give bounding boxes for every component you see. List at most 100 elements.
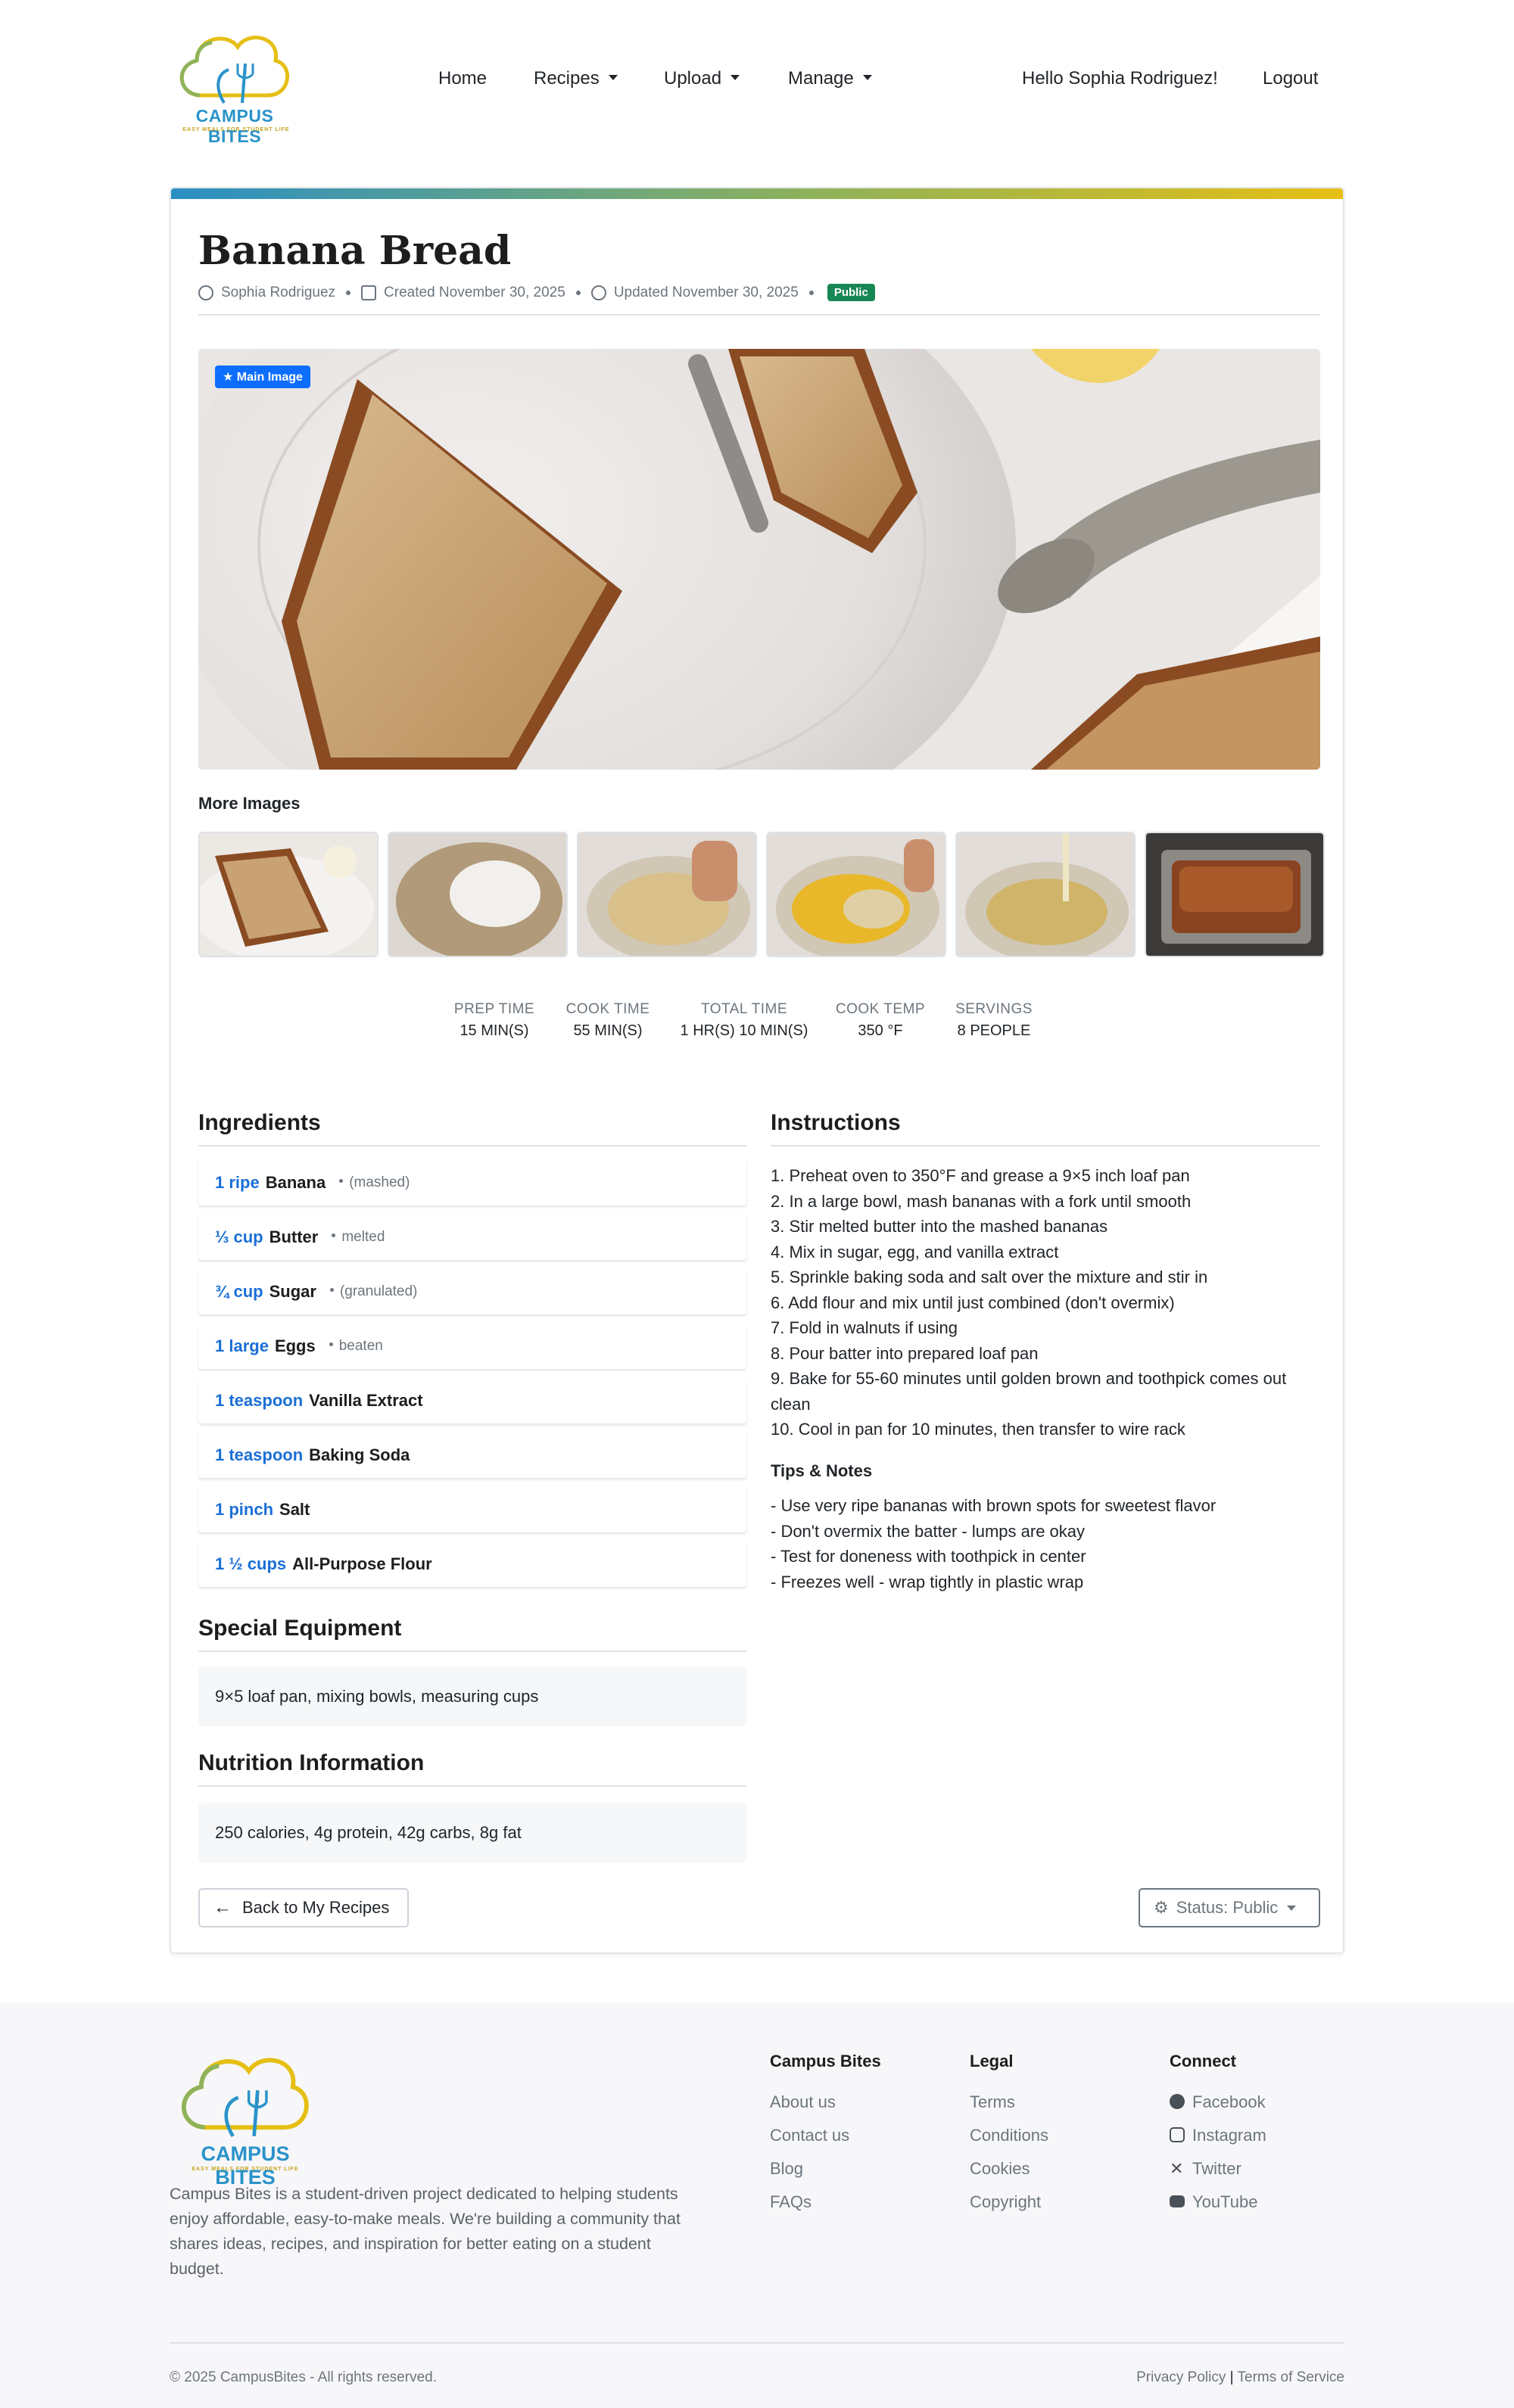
ingredient-item: ¾ cup Sugar (granulated) (198, 1269, 746, 1314)
tip-item: - Test for doneness with toothpick in ce… (771, 1547, 1086, 1566)
footer-logo[interactable]: CAMPUS BITES EASY MEALS FOR STUDENT LIFE (170, 2047, 321, 2189)
stat-value: 55 MIN(S) (573, 1022, 643, 1039)
sliced-bread-thumb (200, 833, 377, 956)
recipe-author: Sophia Rodriguez (221, 284, 336, 300)
youtube-label: YouTube (1192, 2192, 1258, 2211)
stat-value: 1 HR(S) 10 MIN(S) (680, 1022, 808, 1039)
stat-cook-time: COOK TIME 55 MIN(S) (551, 1001, 665, 1040)
footer-link-conditions[interactable]: Conditions (970, 2126, 1048, 2145)
ingredient-item: 1 ½ cups All-Purpose Flour (198, 1542, 746, 1587)
separator-dot (808, 290, 814, 295)
arrow-left-icon: ← (213, 1897, 232, 1918)
ingredient-name: All-Purpose Flour (292, 1554, 432, 1573)
ingredient-name: Sugar (269, 1282, 316, 1301)
ingredient-note-text: (granulated) (339, 1283, 418, 1299)
main-recipe-image[interactable] (198, 349, 1320, 770)
main-image-badge: ★ Main Image (215, 366, 310, 388)
thumbnail-image[interactable] (766, 832, 946, 957)
caret-down-icon (862, 75, 872, 81)
footer-link-blog[interactable]: Blog (770, 2159, 803, 2179)
instruction-step: 4. Mix in sugar, egg, and vanilla extrac… (771, 1242, 1059, 1262)
campus-bites-logo[interactable]: CAMPUS BITES EASY MEALS FOR STUDENT LIFE (170, 27, 300, 146)
footer-link-copyright[interactable]: Copyright (970, 2192, 1041, 2212)
nav-manage-label: Manage (788, 68, 854, 89)
footer-legal-links: Privacy Policy | Terms of Service (1136, 2369, 1344, 2386)
footer-col-connect-title: Connect (1170, 2052, 1236, 2070)
footer-link-cookies[interactable]: Cookies (970, 2159, 1030, 2179)
footer-link-contact-us[interactable]: Contact us (770, 2126, 849, 2145)
equipment-divider (198, 1650, 746, 1652)
instructions-list: 1. Preheat oven to 350°F and grease a 9×… (771, 1163, 1320, 1442)
twitter-label: Twitter (1192, 2159, 1241, 2178)
back-to-my-recipes-button[interactable]: ← Back to My Recipes (198, 1888, 409, 1927)
footer-link-terms[interactable]: Terms (970, 2092, 1015, 2112)
caret-down-icon (608, 75, 618, 81)
ingredients-title: Ingredients (198, 1110, 321, 1135)
visibility-badge: Public (827, 284, 875, 301)
ingredient-amount: 1 pinch (215, 1500, 274, 1519)
recipe-card: Banana Bread Sophia Rodriguez Created No… (170, 187, 1344, 1954)
site-footer: CAMPUS BITES EASY MEALS FOR STUDENT LIFE… (0, 2003, 1514, 2408)
status-dropdown-button[interactable]: ⚙ Status: Public (1139, 1888, 1320, 1927)
footer-link-instagram[interactable]: Instagram (1170, 2126, 1266, 2145)
nav-recipes-dropdown[interactable]: Recipes (534, 68, 618, 89)
ingredient-note-text: melted (341, 1229, 385, 1245)
chef-hat-icon (179, 36, 289, 104)
gear-icon: ⚙ (1154, 1898, 1169, 1917)
thumbnail-image[interactable] (577, 832, 757, 957)
ingredient-note: (granulated) (329, 1283, 418, 1300)
stat-label: TOTAL TIME (700, 1001, 788, 1017)
ingredient-note: melted (332, 1229, 385, 1246)
instruction-step: 9. Bake for 55-60 minutes until golden b… (771, 1369, 1287, 1414)
ingredient-name: Butter (269, 1227, 319, 1246)
ingredient-name: Vanilla Extract (309, 1391, 423, 1410)
ingredient-item: 1 teaspoon Baking Soda (198, 1433, 746, 1478)
tip-item: - Don't overmix the batter - lumps are o… (771, 1521, 1086, 1541)
clock-icon (590, 285, 606, 300)
instructions-title: Instructions (771, 1110, 901, 1135)
nav-manage-dropdown[interactable]: Manage (788, 68, 872, 89)
footer-link-twitter[interactable]: ✕ Twitter (1170, 2159, 1241, 2179)
back-button-label: Back to My Recipes (242, 1898, 390, 1917)
footer-link-facebook[interactable]: Facebook (1170, 2092, 1266, 2112)
banana-bread-photo (198, 349, 1320, 770)
thumbnail-image[interactable] (955, 832, 1136, 957)
ingredient-amount: 1 large (215, 1336, 269, 1355)
separator-dot (575, 290, 581, 295)
stat-cook-temp: COOK TEMP 350 °F (824, 1001, 937, 1040)
ingredient-name: Salt (279, 1500, 310, 1519)
ingredient-amount: 1 ½ cups (215, 1554, 287, 1573)
tips-title: Tips & Notes (771, 1461, 873, 1480)
nav-upload-label: Upload (664, 68, 722, 89)
ingredients-divider (198, 1145, 746, 1146)
thumbnail-image[interactable] (1145, 832, 1325, 957)
logout-link[interactable]: Logout (1263, 68, 1318, 89)
tips-list: - Use very ripe bananas with brown spots… (771, 1493, 1320, 1594)
footer-divider (170, 2342, 1344, 2344)
pouring-thumb (957, 833, 1134, 956)
footer-link-about-us[interactable]: About us (770, 2092, 836, 2112)
ingredient-amount: 1 teaspoon (215, 1445, 304, 1464)
bullet-dot (329, 1342, 333, 1347)
nav-upload-dropdown[interactable]: Upload (664, 68, 740, 89)
facebook-icon (1170, 2094, 1185, 2110)
ingredient-amount: ¾ cup (215, 1282, 263, 1301)
instagram-icon (1170, 2127, 1185, 2143)
ingredient-item: 1 large Eggs beaten (198, 1324, 746, 1369)
instruction-step: 8. Pour batter into prepared loaf pan (771, 1343, 1039, 1363)
recipe-updated: Updated November 30, 2025 (613, 284, 799, 300)
footer-link-faqs[interactable]: FAQs (770, 2192, 812, 2212)
nutrition-title: Nutrition Information (198, 1750, 425, 1775)
stat-label: COOK TIME (565, 1001, 650, 1017)
terms-of-service-link[interactable]: Terms of Service (1238, 2369, 1344, 2385)
recipe-title: Banana Bread (198, 228, 512, 274)
footer-link-youtube[interactable]: YouTube (1170, 2192, 1257, 2212)
recipe-meta: Sophia Rodriguez Created November 30, 20… (198, 284, 875, 301)
privacy-policy-link[interactable]: Privacy Policy (1136, 2369, 1226, 2385)
egg-mix-thumb (768, 833, 945, 956)
nav-home[interactable]: Home (438, 68, 487, 89)
thumbnail-image[interactable] (388, 832, 568, 957)
thumbnail-image[interactable] (198, 832, 378, 957)
nutrition-box: 250 calories, 4g protein, 42g carbs, 8g … (198, 1803, 746, 1862)
bullet-dot (339, 1179, 344, 1184)
